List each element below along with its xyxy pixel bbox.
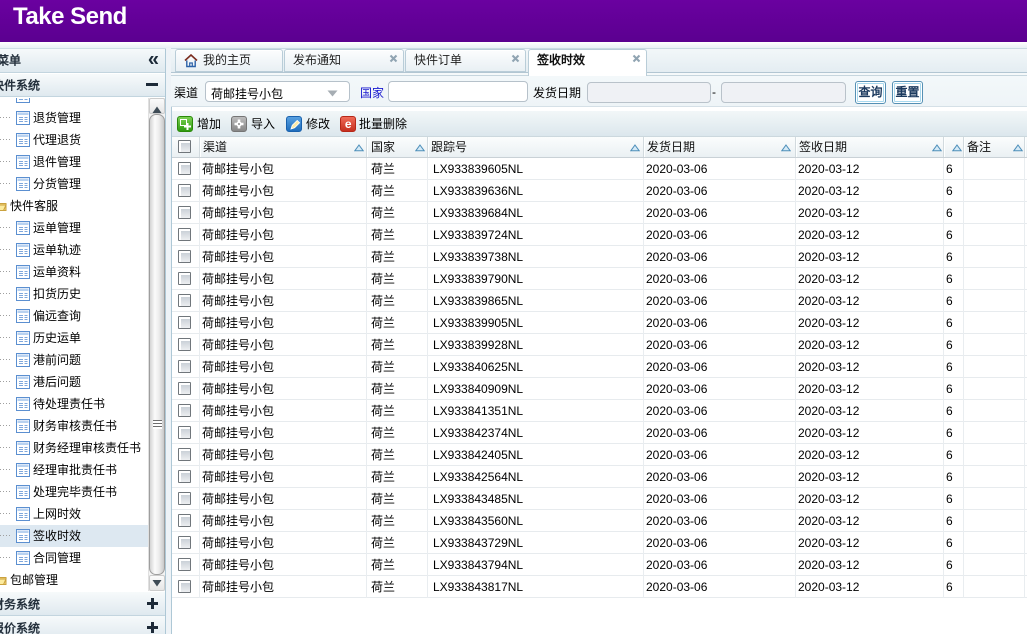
svg-text:e: e — [345, 117, 352, 131]
